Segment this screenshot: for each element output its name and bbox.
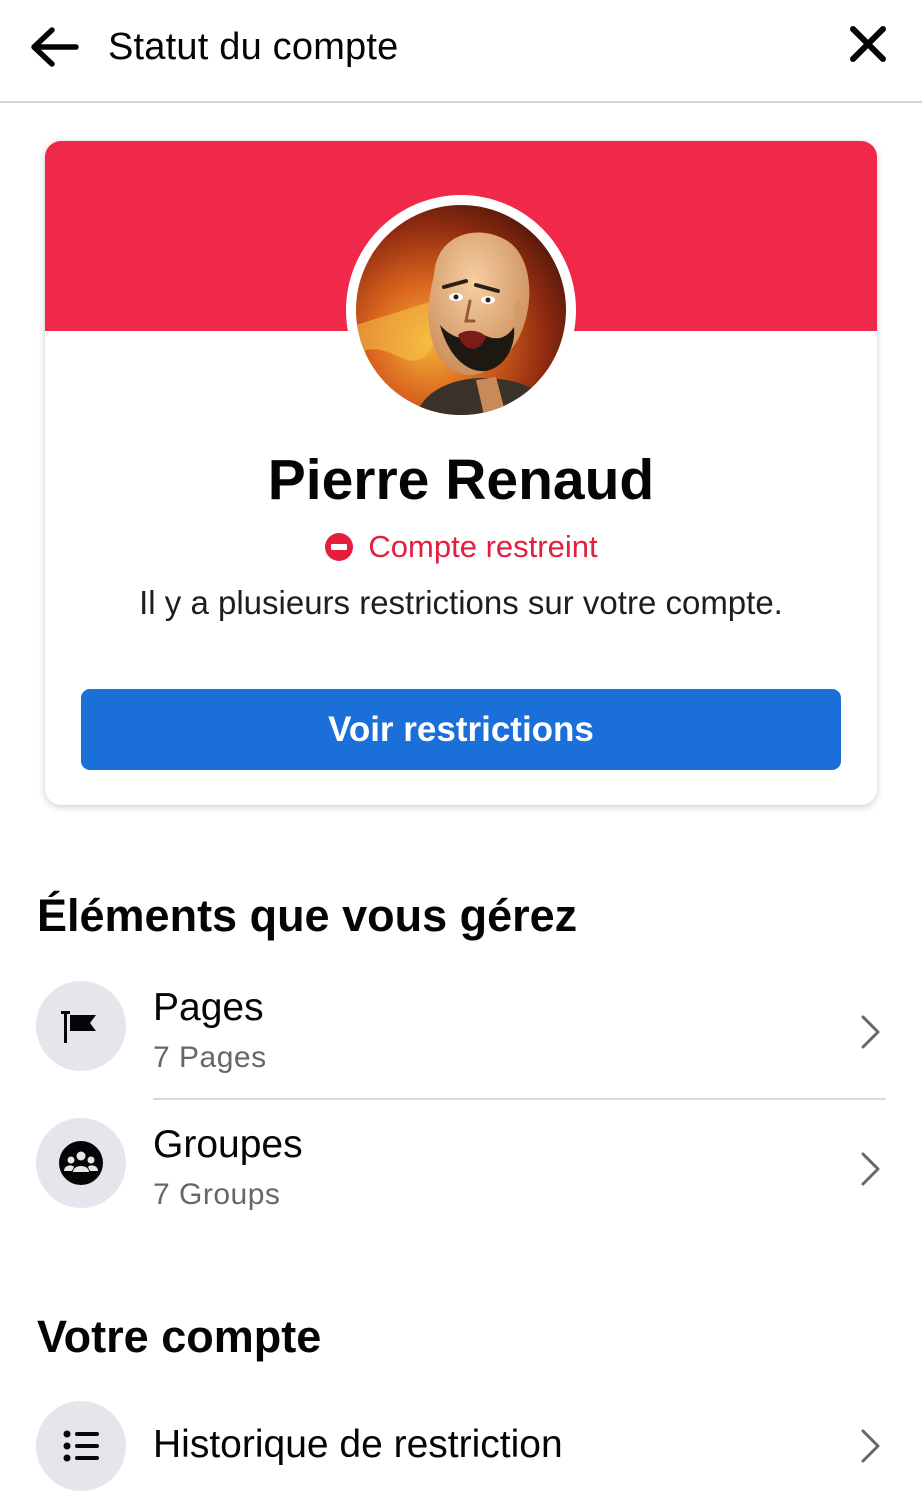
- chevron-right-icon: [861, 1152, 880, 1186]
- list-item-title: Historique de restriction: [153, 1423, 563, 1466]
- groups-icon: [59, 1141, 103, 1185]
- section-title-account: Votre compte: [37, 1311, 322, 1362]
- pages-icon-badge: [36, 981, 126, 1071]
- account-status-card: Pierre Renaud Compte restreint Il y a pl…: [45, 141, 877, 805]
- arrow-left-icon: [31, 27, 79, 67]
- close-icon: [850, 26, 886, 62]
- history-icon-badge: [36, 1401, 126, 1491]
- avatar-frame: [346, 195, 576, 425]
- list-item-restriction-history[interactable]: Historique de restriction: [0, 1400, 922, 1495]
- avatar-illustration: [356, 205, 566, 415]
- list-item-title: Pages: [153, 986, 264, 1029]
- page-title: Statut du compte: [108, 26, 399, 68]
- section-title-managed: Éléments que vous gérez: [37, 890, 578, 941]
- list-item-title: Groupes: [153, 1123, 303, 1166]
- status-label: Compte restreint: [368, 529, 598, 564]
- top-bar: Statut du compte: [0, 0, 922, 103]
- view-restrictions-button[interactable]: Voir restrictions: [81, 689, 841, 770]
- back-button[interactable]: [26, 22, 82, 72]
- list-item-groups[interactable]: Groupes 7 Groups: [0, 1117, 922, 1217]
- list-item-pages[interactable]: Pages 7 Pages: [0, 980, 922, 1098]
- chevron-right-icon: [861, 1429, 880, 1463]
- status-description: Il y a plusieurs restrictions sur votre …: [139, 584, 783, 621]
- status-badge: Compte restreint: [45, 529, 877, 565]
- divider: [153, 1098, 886, 1100]
- chevron-right-icon: [861, 1015, 880, 1049]
- list-item-subtitle: 7 Pages: [153, 1041, 267, 1074]
- close-button[interactable]: [846, 22, 890, 66]
- flag-icon: [61, 1011, 96, 1043]
- groups-icon-badge: [36, 1118, 126, 1208]
- account-status-screen: Statut du compte Pierre Renaud Compte re…: [0, 0, 922, 1502]
- profile-name: Pierre Renaud: [267, 448, 655, 512]
- list-item-subtitle: 7 Groups: [153, 1178, 281, 1211]
- restricted-icon: [324, 532, 354, 562]
- avatar[interactable]: [356, 205, 566, 415]
- list-icon: [63, 1430, 99, 1462]
